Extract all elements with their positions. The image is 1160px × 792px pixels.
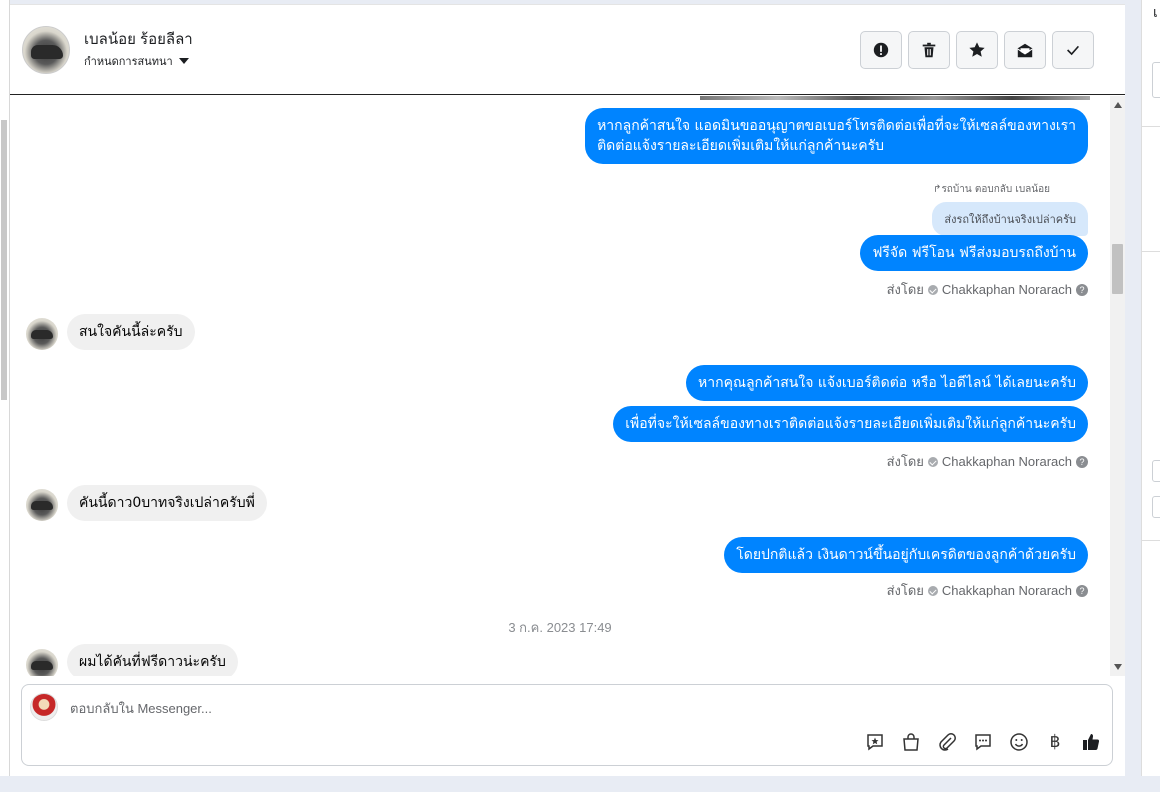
timestamp: 3 ก.ค. 2023 17:49 [508, 620, 612, 635]
outgoing-message[interactable]: เพื่อที่จะให้เซลล์ของทางเราติดต่อแจ้งราย… [613, 406, 1088, 442]
shop-button[interactable] [900, 731, 922, 753]
left-scroll-thumb[interactable] [1, 120, 7, 400]
contact-avatar-small[interactable] [26, 318, 58, 350]
help-icon[interactable]: ? [1076, 283, 1088, 296]
reply-note-text: รถบ้าน ตอบกลับ เบลน้อย [941, 184, 1050, 195]
check-badge-icon [927, 284, 938, 295]
delete-button[interactable] [908, 31, 950, 69]
schedule-label: กำหนดการสนทนา [84, 56, 173, 68]
message-list[interactable]: หากลูกค้าสนใจ แอดมินขออนุญาตขอเบอร์โทรติ… [10, 96, 1110, 676]
sent-by-line: ส่งโดย Chakkaphan Norarach ? [887, 580, 1088, 601]
incoming-message[interactable]: คันนี้ดาว0บาทจริงเปล่าครับพี่ [67, 485, 267, 521]
reply-input[interactable] [70, 697, 970, 719]
message-composer: ฿ [21, 684, 1113, 766]
trash-icon [922, 42, 936, 58]
left-scrollbar[interactable] [0, 0, 10, 776]
chat-button[interactable] [972, 731, 994, 753]
caret-down-icon [178, 58, 189, 64]
page-avatar [30, 693, 58, 721]
check-badge-icon [927, 456, 938, 467]
help-icon[interactable]: ? [1076, 455, 1088, 468]
check-badge-icon [927, 585, 938, 596]
mark-unread-button[interactable] [1004, 31, 1046, 69]
sent-by-label: ส่งโดย [886, 282, 924, 297]
star-icon [969, 42, 985, 57]
incoming-message[interactable]: ผมได้คันที่ฟรีดาวน่ะครับ [67, 644, 238, 676]
like-button[interactable] [1080, 731, 1102, 753]
check-icon [1067, 45, 1080, 56]
outgoing-message[interactable]: หากคุณลูกค้าสนใจ แจ้งเบอร์ติดต่อ หรือ ไอ… [686, 365, 1088, 401]
done-button[interactable] [1052, 31, 1094, 69]
panel-checkbox[interactable] [1152, 460, 1160, 482]
contact-avatar-small[interactable] [26, 649, 58, 676]
composer-toolbar: ฿ [864, 731, 1102, 753]
scroll-up-arrow-icon[interactable] [1114, 102, 1122, 108]
emoji-button[interactable] [1008, 731, 1030, 753]
help-icon[interactable]: ? [1076, 584, 1088, 597]
divider [1142, 540, 1160, 541]
chat-icon [975, 734, 991, 751]
baht-icon: ฿ [1049, 732, 1061, 752]
spam-button[interactable] [860, 31, 902, 69]
sent-by-label: ส่งโดย [886, 583, 924, 598]
quoted-message[interactable]: ส่งรถให้ถึงบ้านจริงเปล่าครับ [932, 202, 1088, 236]
saved-reply-icon [867, 734, 883, 751]
schedule-dropdown[interactable]: กำหนดการสนทนา [84, 52, 189, 70]
sent-by-line: ส่งโดย Chakkaphan Norarach ? [887, 279, 1088, 300]
outgoing-message[interactable]: ฟรีจัด ฟรีโอน ฟรีส่งมอบรถถึงบ้าน [860, 235, 1088, 271]
contact-avatar[interactable] [22, 26, 70, 74]
incoming-message[interactable]: สนใจคันนี้ล่ะครับ [67, 314, 195, 350]
star-button[interactable] [956, 31, 998, 69]
emoji-icon [1010, 733, 1028, 751]
contact-name[interactable]: เบลน้อย ร้อยลีลา [84, 27, 193, 51]
right-details-panel: เ [1141, 0, 1160, 776]
panel-heading-fragment: เ [1153, 5, 1158, 21]
message-scrollbar[interactable] [1110, 96, 1125, 676]
scroll-thumb[interactable] [1112, 244, 1123, 294]
divider [1142, 126, 1160, 127]
payment-button[interactable]: ฿ [1044, 731, 1066, 753]
message-text-line: ติดต่อแจ้งรายละเอียดเพิ่มเติมให้แก่ลูกค้… [597, 138, 885, 154]
reply-note: ↱รถบ้าน ตอบกลับ เบลน้อย [933, 184, 1050, 195]
conversation-header: เบลน้อย ร้อยลีลา กำหนดการสนทนา [10, 5, 1125, 95]
message-text-line: หากลูกค้าสนใจ แอดมินขออนุญาตขอเบอร์โทรติ… [597, 118, 1076, 134]
envelope-icon [1017, 43, 1033, 58]
outgoing-message[interactable]: หากลูกค้าสนใจ แอดมินขออนุญาตขอเบอร์โทรติ… [585, 108, 1088, 164]
attachment-icon [939, 733, 956, 751]
conversation-panel: เบลน้อย ร้อยลีลา กำหนดการสนทนา หากลูกค้า… [10, 4, 1125, 776]
sender-name: Chakkaphan Norarach [941, 282, 1072, 297]
saved-reply-button[interactable] [864, 731, 886, 753]
app-window: เบลน้อย ร้อยลีลา กำหนดการสนทนา หากลูกค้า… [0, 0, 1160, 792]
attachment-button[interactable] [936, 731, 958, 753]
divider [1142, 251, 1160, 252]
sent-by-line: ส่งโดย Chakkaphan Norarach ? [887, 451, 1088, 472]
image-attachment[interactable] [700, 96, 1090, 100]
like-icon [1083, 734, 1100, 750]
alert-icon [873, 42, 889, 58]
sender-name: Chakkaphan Norarach [941, 583, 1072, 598]
panel-checkbox[interactable] [1152, 496, 1160, 518]
sent-by-label: ส่งโดย [886, 454, 924, 469]
panel-field[interactable] [1152, 62, 1160, 98]
shop-icon [903, 733, 919, 751]
window-bottom-edge [0, 776, 1160, 792]
scroll-down-arrow-icon[interactable] [1114, 664, 1122, 670]
outgoing-message[interactable]: โดยปกติแล้ว เงินดาวน์ขึ้นอยู่กับเครดิตขอ… [724, 537, 1088, 573]
sender-name: Chakkaphan Norarach [941, 454, 1072, 469]
contact-avatar-small[interactable] [26, 489, 58, 521]
